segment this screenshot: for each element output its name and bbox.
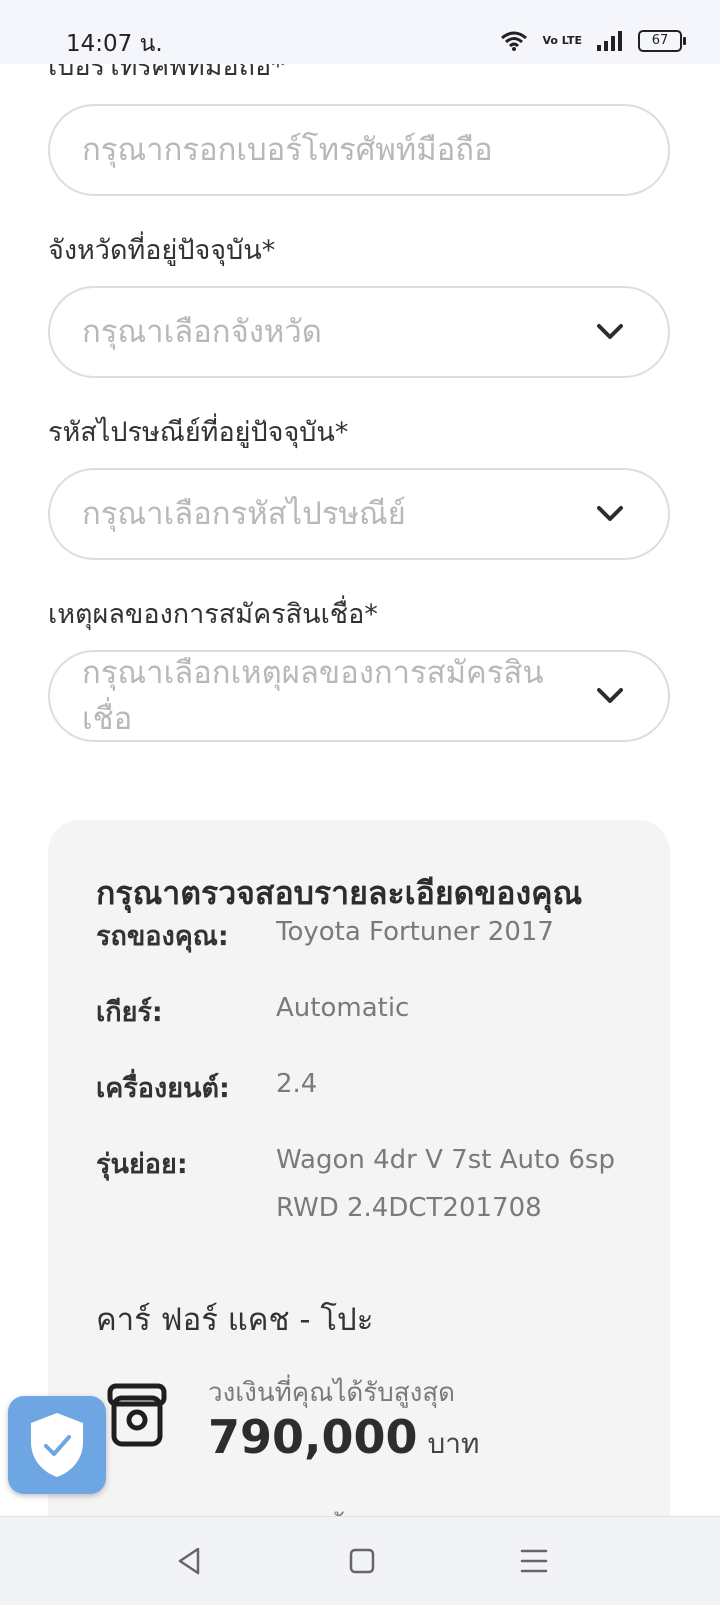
postcode-label: รหัสไปรษณีย์ที่อยู่ปัจจุบัน* [48, 417, 349, 448]
province-label: จังหวัดที่อยู่ปัจจุบัน* [48, 235, 276, 266]
chevron-down-icon [597, 688, 623, 703]
security-badge-button[interactable] [8, 1396, 106, 1494]
chevron-down-icon [597, 506, 623, 521]
submodel-label: รุ่นย่อย: [96, 1149, 188, 1180]
money-icon [107, 1383, 167, 1447]
offer-amount: 790,000 [208, 1410, 418, 1464]
reason-select[interactable]: กรุณาเลือกเหตุผลของการสมัครสินเชื่อ [48, 650, 670, 742]
province-select[interactable]: กรุณาเลือกจังหวัด [48, 286, 670, 378]
submodel-value: Wagon 4dr V 7st Auto 6sp RWD 2.4DCT20170… [276, 1145, 615, 1223]
signal-icon [597, 31, 622, 51]
reason-placeholder: กรุณาเลือกเหตุผลของการสมัครสินเชื่อ [82, 655, 544, 737]
engine-label: เครื่องยนต์: [96, 1073, 230, 1104]
navigation-bar [0, 1516, 720, 1605]
menu-icon[interactable] [516, 1543, 552, 1579]
offer-unit: บาท [427, 1427, 480, 1460]
battery-icon: 67 [638, 30, 686, 52]
offer-label: วงเงินที่คุณได้รับสูงสุด [208, 1378, 456, 1408]
status-time: 14:07 น. [66, 31, 163, 57]
home-icon[interactable] [344, 1543, 380, 1579]
summary-card: กรุณาตรวจสอบรายละเอียดของคุณ รถของคุณ: T… [48, 820, 670, 1580]
offer-amount-row: 790,000 บาท [208, 1410, 479, 1466]
product-title: คาร์ ฟอร์ แคช - โปะ [96, 1302, 374, 1338]
volte-icon: Vo LTE [542, 34, 582, 47]
status-icons: Vo LTE 67 [500, 26, 686, 56]
phone-placeholder: กรุณากรอกเบอร์โทรศัพท์มือถือ [82, 132, 493, 168]
car-label: รถของคุณ: [96, 921, 229, 952]
province-placeholder: กรุณาเลือกจังหวัด [82, 314, 322, 350]
gear-value: Automatic [276, 993, 410, 1023]
status-bar: 14:07 น. Vo LTE 67 [0, 0, 720, 64]
wifi-icon [501, 31, 528, 51]
gear-label: เกียร์: [96, 997, 163, 1028]
phone-input[interactable]: กรุณากรอกเบอร์โทรศัพท์มือถือ [48, 104, 670, 196]
car-value: Toyota Fortuner 2017 [276, 917, 554, 947]
reason-label: เหตุผลของการสมัครสินเชื่อ* [48, 599, 378, 630]
postcode-select[interactable]: กรุณาเลือกรหัสไปรษณีย์ [48, 468, 670, 560]
engine-value: 2.4 [276, 1069, 318, 1099]
back-icon[interactable] [172, 1543, 208, 1579]
shield-check-icon [31, 1413, 83, 1477]
postcode-placeholder: กรุณาเลือกรหัสไปรษณีย์ [82, 496, 406, 532]
chevron-down-icon [597, 324, 623, 339]
